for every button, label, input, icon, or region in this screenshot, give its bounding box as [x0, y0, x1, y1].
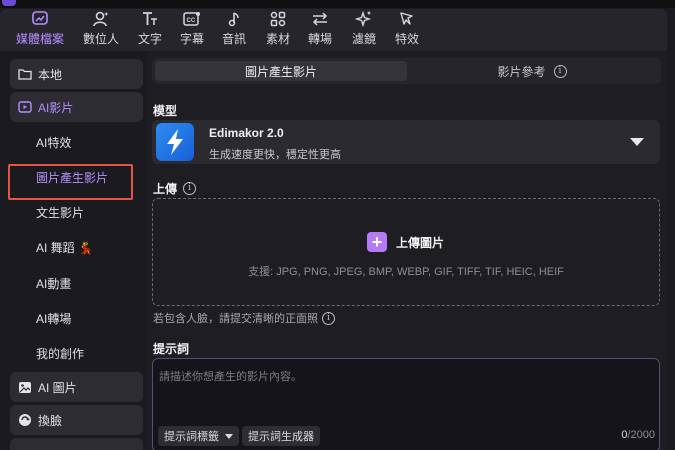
toolbar-subtitle-label: 字幕 — [179, 32, 204, 46]
ai-video-icon — [18, 100, 32, 114]
sidebar-item-face-swap[interactable]: 換臉 — [10, 405, 143, 435]
sidebar-sub-ai-animation[interactable]: AI動畫 — [36, 273, 71, 293]
sidebar-sub-text-to-video[interactable]: 文生影片 — [36, 202, 84, 222]
tab-video-reference[interactable]: 影片參考 i — [452, 61, 612, 81]
left-sidebar: 本地 AI影片 AI特效 圖片產生影片 文生影片 AI 舞蹈 💃 AI動畫 AI… — [6, 53, 145, 450]
upload-label: 上傳 i — [153, 180, 197, 197]
face-hint: 若包含人臉，請提交清晰的正面照 i — [153, 310, 335, 326]
upload-label-text: 上傳 — [153, 182, 178, 196]
text-icon — [139, 9, 161, 28]
prompt-generator-button[interactable]: 提示詞生成器 — [242, 426, 320, 446]
toolbar-audio-label: 音訊 — [221, 32, 246, 46]
prompt-tags-dropdown[interactable]: 提示詞標籤 — [158, 426, 239, 446]
sidebar-sub-my-creations[interactable]: 我的創作 — [36, 343, 84, 363]
character-count-max: /2000 — [627, 429, 655, 441]
music-icon — [223, 9, 245, 28]
prompt-label-text: 提示詞 — [153, 342, 190, 356]
supported-formats: 支援: JPG, PNG, JPEG, BMP, WEBP, GIF, TIFF… — [248, 266, 564, 278]
lightning-icon — [156, 123, 194, 161]
sidebar-item-ai-video[interactable]: AI影片 — [10, 92, 143, 122]
model-label: 模型 — [153, 102, 177, 119]
toolbar-audio[interactable]: 音訊 — [220, 9, 248, 51]
avatar-icon — [90, 9, 112, 28]
toolbar-media[interactable]: 媒體檔案 — [14, 9, 66, 51]
model-description: 生成速度更快，穩定性更高 — [209, 149, 341, 161]
toolbar-elements[interactable]: 素材 — [264, 9, 292, 51]
transition-icon — [309, 9, 331, 28]
toolbar-avatar-label: 數位人 — [82, 32, 119, 46]
mode-tabs: 圖片產生影片 影片參考 i — [152, 58, 661, 84]
app-logo-fragment — [2, 0, 16, 6]
toolbar-filter-label: 濾鏡 — [351, 32, 376, 46]
toolbar-text-label: 文字 — [137, 32, 162, 46]
model-name: Edimakor 2.0 — [209, 126, 284, 140]
tab-image-to-video[interactable]: 圖片產生影片 — [155, 61, 407, 81]
top-toolbar: 媒體檔案 數位人 文字 CC 字幕 音訊 素材 轉場 濾鏡 特效 — [0, 9, 667, 51]
prompt-tags-label: 提示詞標籤 — [164, 431, 219, 443]
prompt-generator-label: 提示詞生成器 — [248, 431, 314, 443]
model-selector[interactable]: Edimakor 2.0 生成速度更快，穩定性更高 — [152, 120, 660, 164]
prompt-textarea[interactable]: 請描述你想產生的影片內容。 提示詞標籤 提示詞生成器 0/2000 — [152, 358, 660, 450]
prompt-label: 提示詞 — [153, 340, 189, 357]
sidebar-item-ai-image-label: AI 圖片 — [38, 380, 77, 395]
toolbar-avatar[interactable]: 數位人 — [81, 9, 121, 51]
upload-dropzone[interactable]: + 上傳圖片 支援: JPG, PNG, JPEG, BMP, WEBP, GI… — [152, 198, 660, 306]
toolbar-effects-label: 特效 — [394, 32, 419, 46]
filter-icon — [353, 9, 375, 28]
plus-icon: + — [367, 232, 387, 252]
tab-image-to-video-label: 圖片產生影片 — [244, 64, 317, 79]
sidebar-item-ai-video-label: AI影片 — [38, 100, 74, 115]
toolbar-subtitle[interactable]: CC 字幕 — [178, 9, 206, 51]
sidebar-item-cutoff[interactable] — [10, 438, 143, 450]
upload-image-button-label: 上傳圖片 — [396, 235, 445, 250]
elements-icon — [267, 9, 289, 28]
tab-video-reference-label: 影片參考 — [497, 64, 546, 79]
highlight-box — [8, 164, 133, 200]
toolbar-transition[interactable]: 轉場 — [306, 9, 334, 51]
toolbar-transition-label: 轉場 — [307, 32, 332, 46]
info-icon[interactable]: i — [322, 311, 335, 325]
chevron-down-icon — [225, 433, 233, 439]
sidebar-item-local-label: 本地 — [38, 67, 63, 82]
toolbar-effects[interactable]: 特效 — [393, 9, 421, 51]
toolbar-text[interactable]: 文字 — [136, 9, 164, 51]
info-icon[interactable]: i — [553, 64, 567, 78]
chevron-down-icon[interactable] — [630, 138, 644, 146]
sidebar-item-face-swap-label: 換臉 — [38, 413, 63, 428]
image-icon — [18, 380, 32, 394]
svg-text:CC: CC — [187, 18, 196, 24]
sidebar-sub-ai-dance[interactable]: AI 舞蹈 💃 — [36, 237, 93, 257]
subtitle-icon: CC — [181, 9, 203, 28]
character-count: 0/2000 — [621, 429, 655, 441]
effects-icon — [396, 9, 418, 28]
sidebar-item-ai-image[interactable]: AI 圖片 — [10, 372, 143, 402]
sidebar-sub-ai-transition[interactable]: AI轉場 — [36, 308, 71, 328]
toolbar-media-label: 媒體檔案 — [15, 32, 64, 46]
window-top-strip — [0, 0, 675, 8]
prompt-placeholder: 請描述你想產生的影片內容。 — [159, 371, 302, 383]
face-hint-text: 若包含人臉，請提交清晰的正面照 — [153, 313, 318, 325]
info-icon[interactable]: i — [183, 182, 197, 195]
toolbar-filter[interactable]: 濾鏡 — [350, 9, 378, 51]
sidebar-sub-ai-effects[interactable]: AI特效 — [36, 132, 71, 152]
media-icon — [29, 9, 51, 28]
more-icon — [18, 437, 32, 450]
folder-icon — [18, 67, 32, 81]
sidebar-item-local[interactable]: 本地 — [10, 59, 143, 89]
main-panel: 圖片產生影片 影片參考 i 模型 Edimakor 2.0 生成速度更快，穩定性… — [147, 53, 667, 450]
model-label-text: 模型 — [153, 104, 178, 118]
toolbar-elements-label: 素材 — [265, 32, 290, 46]
upload-image-button[interactable]: + 上傳圖片 — [367, 232, 444, 252]
face-swap-icon — [18, 413, 32, 427]
